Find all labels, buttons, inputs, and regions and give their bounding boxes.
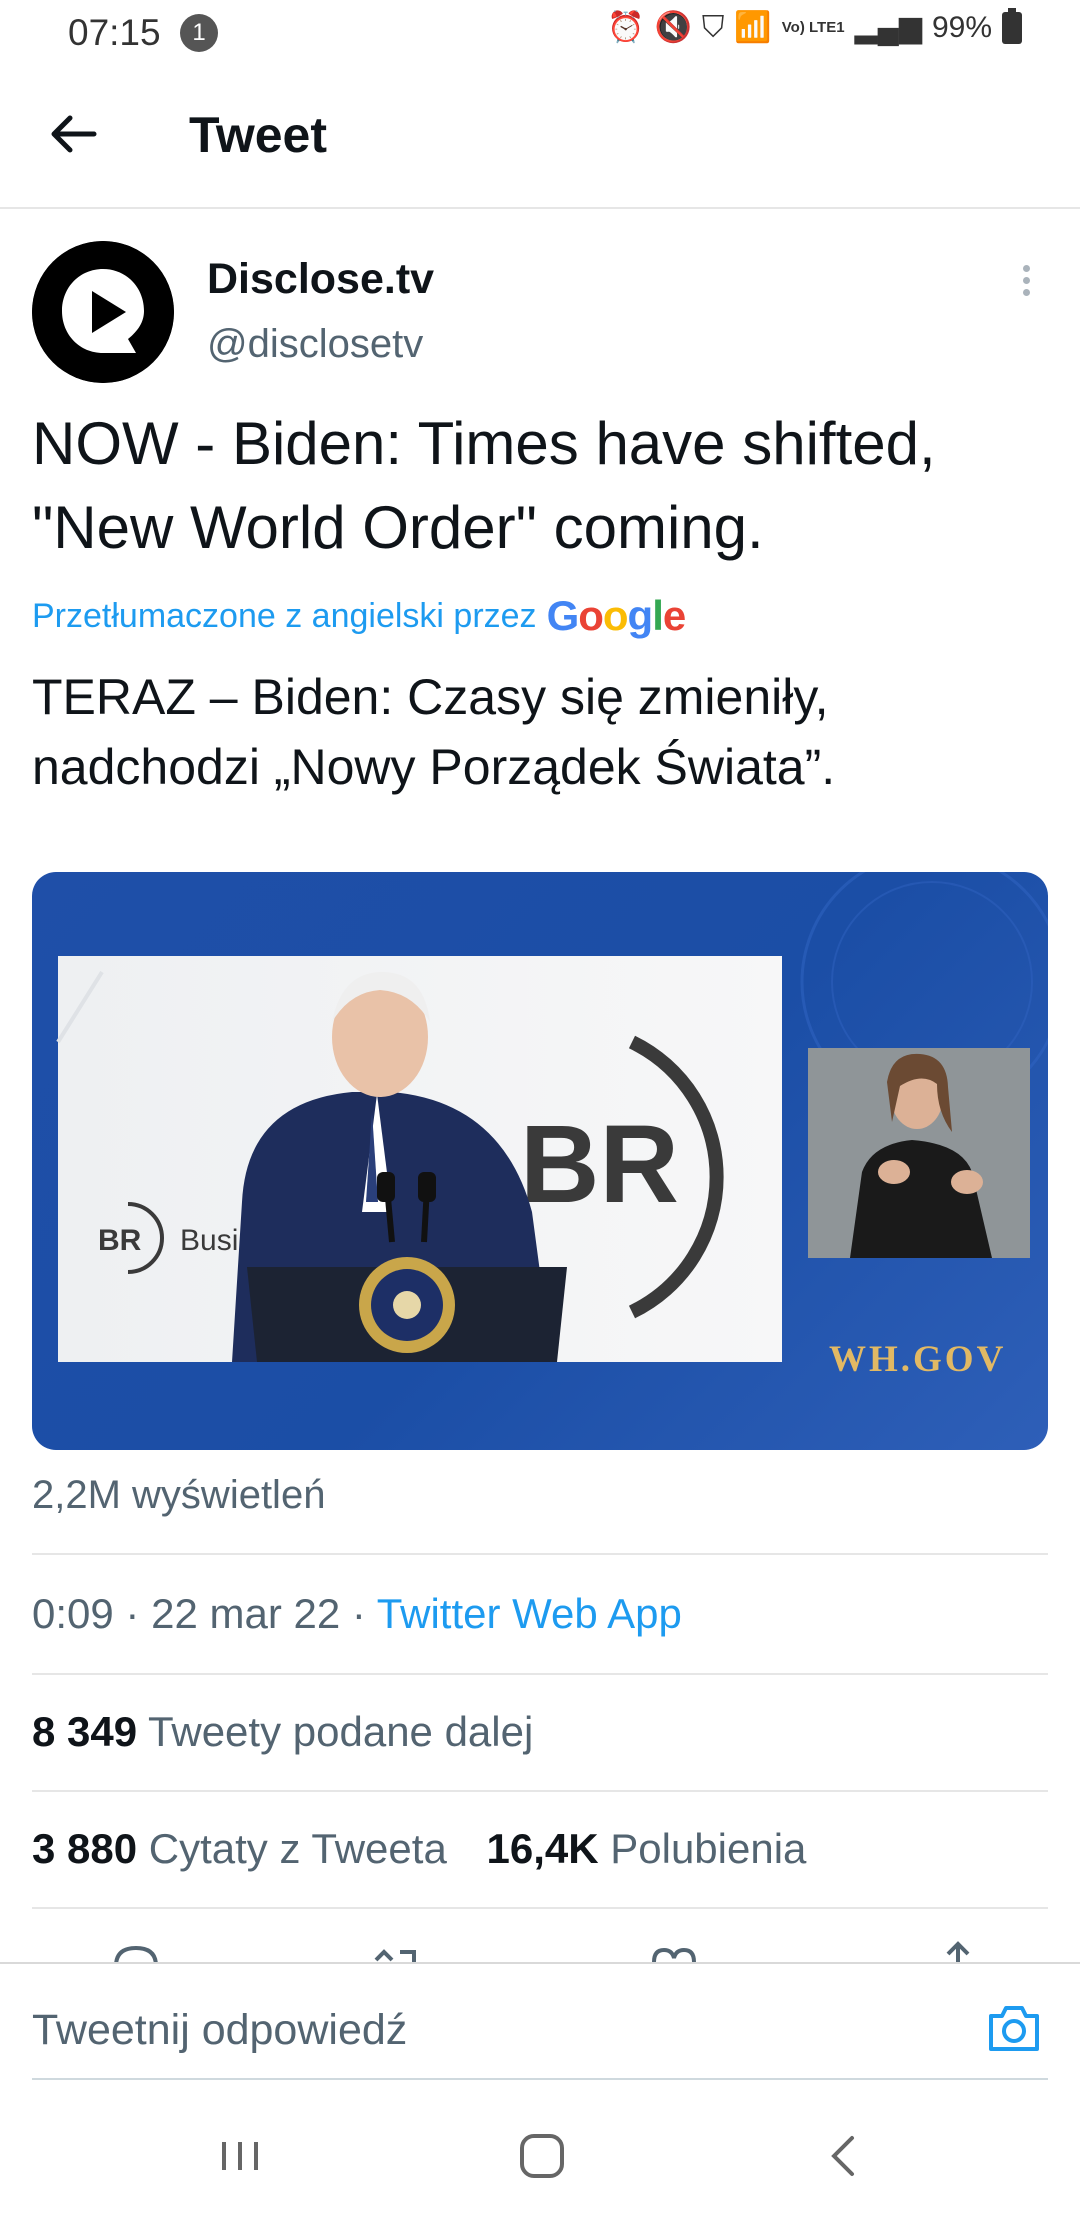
tweet-metadata: 0:09 · 22 mar 22 · Twitter Web App	[32, 1590, 682, 1638]
likes-label: Polubienia	[610, 1825, 807, 1872]
avatar[interactable]	[32, 241, 174, 383]
google-logo: Google	[546, 592, 687, 639]
divider	[32, 1673, 1048, 1675]
divider	[32, 1790, 1048, 1792]
divider	[32, 1553, 1048, 1555]
home-icon[interactable]	[512, 2126, 572, 2186]
back-nav-icon[interactable]	[814, 2126, 874, 2186]
backdrop-logo: BR	[520, 1103, 679, 1226]
translated-by-label: Przetłumaczone z angielski przez	[32, 596, 537, 635]
tweet-date: 22 mar 22	[151, 1590, 341, 1637]
quotes-stat[interactable]: 3 880 Cytaty z Tweeta	[32, 1825, 447, 1872]
retweets-stat[interactable]: 8 349 Tweety podane dalej	[32, 1708, 533, 1756]
like-icon[interactable]	[646, 1940, 702, 1962]
back-arrow-icon[interactable]	[44, 104, 104, 164]
author-handle[interactable]: @disclosetv	[207, 322, 423, 367]
disclose-logo-icon	[32, 241, 174, 383]
view-count: 2,2M wyświetleń	[32, 1473, 326, 1517]
tweet-actions	[0, 1940, 1080, 1962]
engagement-stats: 3 880 Cytaty z Tweeta 16,4K Polubienia	[32, 1825, 806, 1873]
battery-percent: 99%	[931, 10, 992, 44]
tweet-source-link[interactable]: Twitter Web App	[377, 1590, 682, 1637]
tweet-video[interactable]: BR BR Busi WH.GOV	[32, 872, 1048, 1450]
svg-text:BR: BR	[98, 1224, 142, 1257]
backdrop-caption: Busi	[180, 1224, 238, 1257]
mute-icon: 🔇	[654, 11, 692, 44]
retweet-icon[interactable]	[370, 1940, 426, 1962]
tweet-time: 0:09	[32, 1590, 114, 1637]
retweets-count: 8 349	[32, 1708, 138, 1755]
likes-count: 16,4K	[486, 1825, 599, 1872]
likes-stat[interactable]: 16,4K Polubienia	[486, 1825, 806, 1872]
notification-count-badge: 1	[180, 14, 218, 52]
tweet-text: NOW - Biden: Times have shifted, "New Wo…	[32, 410, 936, 561]
divider	[32, 1907, 1048, 1909]
share-icon[interactable]	[930, 1940, 986, 1962]
quotes-count: 3 880	[32, 1825, 138, 1872]
signal-icon: ▂▄▆	[854, 11, 922, 44]
shield-icon: ⛉	[701, 10, 725, 44]
meta-separator: ·	[125, 1590, 140, 1637]
meta-separator: ·	[351, 1590, 366, 1637]
status-bar: 07:15 1 ⏰ 🔇 ⛉ 📶 Vo) LTE1 ▂▄▆ 99%	[0, 0, 1080, 66]
video-watermark: WH.GOV	[829, 1339, 1007, 1380]
translation-attribution[interactable]: Przetłumaczone z angielski przez Google	[32, 592, 687, 640]
alarm-icon: ⏰	[607, 11, 645, 44]
reply-icon[interactable]	[108, 1940, 164, 1962]
app-header: Tweet	[0, 66, 1080, 209]
wifi-icon: 📶	[734, 11, 772, 44]
camera-icon[interactable]	[986, 2002, 1042, 2054]
more-vertical-icon[interactable]	[1008, 262, 1044, 302]
translated-text: TERAZ – Biden: Czasy się zmieniły, nadch…	[32, 669, 836, 795]
status-icons: ⏰ 🔇 ⛉ 📶 Vo) LTE1 ▂▄▆ 99%	[607, 7, 1022, 45]
retweets-label: Tweety podane dalej	[148, 1708, 534, 1755]
system-nav-bar	[0, 2080, 1080, 2220]
quotes-label: Cytaty z Tweeta	[148, 1825, 447, 1872]
author-name[interactable]: Disclose.tv	[207, 255, 434, 304]
network-type-label: Vo) LTE1	[781, 19, 845, 36]
battery-icon	[1002, 7, 1022, 44]
reply-bar: Tweetnij odpowiedź	[0, 1962, 1080, 2080]
page-title: Tweet	[189, 107, 327, 163]
reply-input[interactable]: Tweetnij odpowiedź	[32, 2006, 407, 2055]
status-time: 07:15	[68, 12, 161, 53]
recent-apps-icon[interactable]	[210, 2126, 270, 2186]
